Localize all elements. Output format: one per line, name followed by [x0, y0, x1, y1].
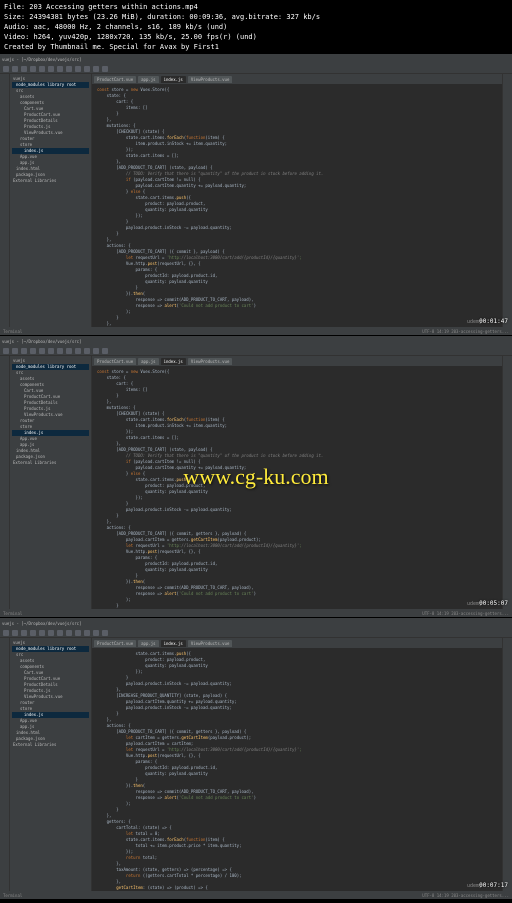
code-editor[interactable]: const store = new Vuex.Store({ state: { … — [92, 366, 502, 609]
media-video: Video: h264, yuv420p, 1280x720, 135 kb/s… — [4, 32, 508, 42]
ide-window: vuejs - [~/Dropbox/dev/vuejs/src] vuejsn… — [0, 618, 512, 900]
editor-tab[interactable]: ViewProducts.vue — [188, 640, 233, 647]
media-size: Size: 24394381 bytes (23.26 MiB), durati… — [4, 12, 508, 22]
editor-tabs: ProductCart.vueapp.jsindex.jsViewProduct… — [92, 74, 502, 84]
toolbar-icon[interactable] — [75, 348, 81, 354]
editor-tab[interactable]: app.js — [138, 76, 158, 83]
toolbar-icon[interactable] — [66, 630, 72, 636]
toolbar-icon[interactable] — [84, 348, 90, 354]
left-tool-strip[interactable] — [0, 638, 10, 891]
editor-tab[interactable]: index.js — [161, 640, 186, 647]
toolbar-icon[interactable] — [12, 66, 18, 72]
toolbar-icon[interactable] — [3, 630, 9, 636]
toolbar-icon[interactable] — [66, 348, 72, 354]
editor-tab[interactable]: ProductCart.vue — [94, 76, 136, 83]
toolbar-icon[interactable] — [21, 66, 27, 72]
status-right: UTF-8 14:19 203-accessing-getters... — [422, 611, 509, 616]
toolbar-icon[interactable] — [102, 348, 108, 354]
editor-tab[interactable]: app.js — [138, 358, 158, 365]
left-tool-strip[interactable] — [0, 356, 10, 609]
status-left[interactable]: Terminal — [3, 893, 22, 898]
editor-tab[interactable]: ViewProducts.vue — [188, 76, 233, 83]
toolbar-icon[interactable] — [12, 630, 18, 636]
project-sidebar[interactable]: vuejsnode_modules library rootsrcassetsc… — [10, 356, 92, 609]
ide-window: vuejs - [~/Dropbox/dev/vuejs/src] vuejsn… — [0, 54, 512, 336]
tree-item[interactable]: External Libraries — [12, 742, 89, 748]
right-tool-strip[interactable] — [502, 356, 512, 609]
editor-tab[interactable]: ProductCart.vue — [94, 640, 136, 647]
media-file: File: 203 Accessing getters within actio… — [4, 2, 508, 12]
status-left[interactable]: Terminal — [3, 611, 22, 616]
toolbar-icon[interactable] — [57, 66, 63, 72]
toolbar-icon[interactable] — [21, 630, 27, 636]
toolbar-icon[interactable] — [30, 630, 36, 636]
titlebar: vuejs - [~/Dropbox/dev/vuejs/src] — [0, 336, 512, 346]
toolbar-icon[interactable] — [57, 630, 63, 636]
timestamp: 00:01:47 — [479, 318, 508, 325]
editor-tab[interactable]: ProductCart.vue — [94, 358, 136, 365]
toolbar-icon[interactable] — [75, 630, 81, 636]
toolbar — [0, 64, 512, 74]
status-bar: Terminal UTF-8 14:19 203-accessing-gette… — [0, 609, 512, 617]
toolbar-icon[interactable] — [12, 348, 18, 354]
toolbar-icon[interactable] — [93, 66, 99, 72]
toolbar-icon[interactable] — [3, 348, 9, 354]
media-created: Created by Thumbnail me. Special for Ava… — [4, 42, 508, 52]
toolbar-icon[interactable] — [21, 348, 27, 354]
toolbar — [0, 628, 512, 638]
toolbar-icon[interactable] — [57, 348, 63, 354]
toolbar-icon[interactable] — [93, 348, 99, 354]
code-editor[interactable]: state.cart.items.push({ product: payload… — [92, 648, 502, 891]
timestamp: 00:05:07 — [479, 600, 508, 607]
toolbar-icon[interactable] — [30, 66, 36, 72]
editor-tab[interactable]: index.js — [161, 76, 186, 83]
toolbar-icon[interactable] — [3, 66, 9, 72]
toolbar-icon[interactable] — [66, 66, 72, 72]
project-sidebar[interactable]: vuejsnode_modules library rootsrcassetsc… — [10, 74, 92, 327]
toolbar-icon[interactable] — [39, 66, 45, 72]
toolbar — [0, 346, 512, 356]
timestamp: 00:07:17 — [479, 882, 508, 889]
editor-tab[interactable]: index.js — [161, 358, 186, 365]
project-sidebar[interactable]: vuejsnode_modules library rootsrcassetsc… — [10, 638, 92, 891]
right-tool-strip[interactable] — [502, 74, 512, 327]
status-right: UTF-8 14:19 203-accessing-getters... — [422, 329, 509, 334]
status-bar: Terminal UTF-8 14:19 203-accessing-gette… — [0, 891, 512, 899]
titlebar: vuejs - [~/Dropbox/dev/vuejs/src] — [0, 618, 512, 628]
tree-item[interactable]: External Libraries — [12, 460, 89, 466]
toolbar-icon[interactable] — [84, 66, 90, 72]
toolbar-icon[interactable] — [48, 630, 54, 636]
toolbar-icon[interactable] — [102, 66, 108, 72]
toolbar-icon[interactable] — [84, 630, 90, 636]
editor-tabs: ProductCart.vueapp.jsindex.jsViewProduct… — [92, 356, 502, 366]
toolbar-icon[interactable] — [30, 348, 36, 354]
status-right: UTF-8 14:19 203-accessing-getters... — [422, 893, 509, 898]
editor-tab[interactable]: app.js — [138, 640, 158, 647]
titlebar: vuejs - [~/Dropbox/dev/vuejs/src] — [0, 54, 512, 64]
toolbar-icon[interactable] — [93, 630, 99, 636]
ide-window: vuejs - [~/Dropbox/dev/vuejs/src] vuejsn… — [0, 336, 512, 618]
media-audio: Audio: aac, 48000 Hz, 2 channels, s16, 1… — [4, 22, 508, 32]
status-left[interactable]: Terminal — [3, 329, 22, 334]
toolbar-icon[interactable] — [75, 66, 81, 72]
toolbar-icon[interactable] — [39, 348, 45, 354]
right-tool-strip[interactable] — [502, 638, 512, 891]
tree-item[interactable]: External Libraries — [12, 178, 89, 184]
toolbar-icon[interactable] — [102, 630, 108, 636]
editor-tab[interactable]: ViewProducts.vue — [188, 358, 233, 365]
editor-tabs: ProductCart.vueapp.jsindex.jsViewProduct… — [92, 638, 502, 648]
toolbar-icon[interactable] — [39, 630, 45, 636]
toolbar-icon[interactable] — [48, 348, 54, 354]
left-tool-strip[interactable] — [0, 74, 10, 327]
code-editor[interactable]: const store = new Vuex.Store({ state: { … — [92, 84, 502, 327]
status-bar: Terminal UTF-8 14:19 203-accessing-gette… — [0, 327, 512, 335]
toolbar-icon[interactable] — [48, 66, 54, 72]
media-info-block: File: 203 Accessing getters within actio… — [0, 0, 512, 54]
